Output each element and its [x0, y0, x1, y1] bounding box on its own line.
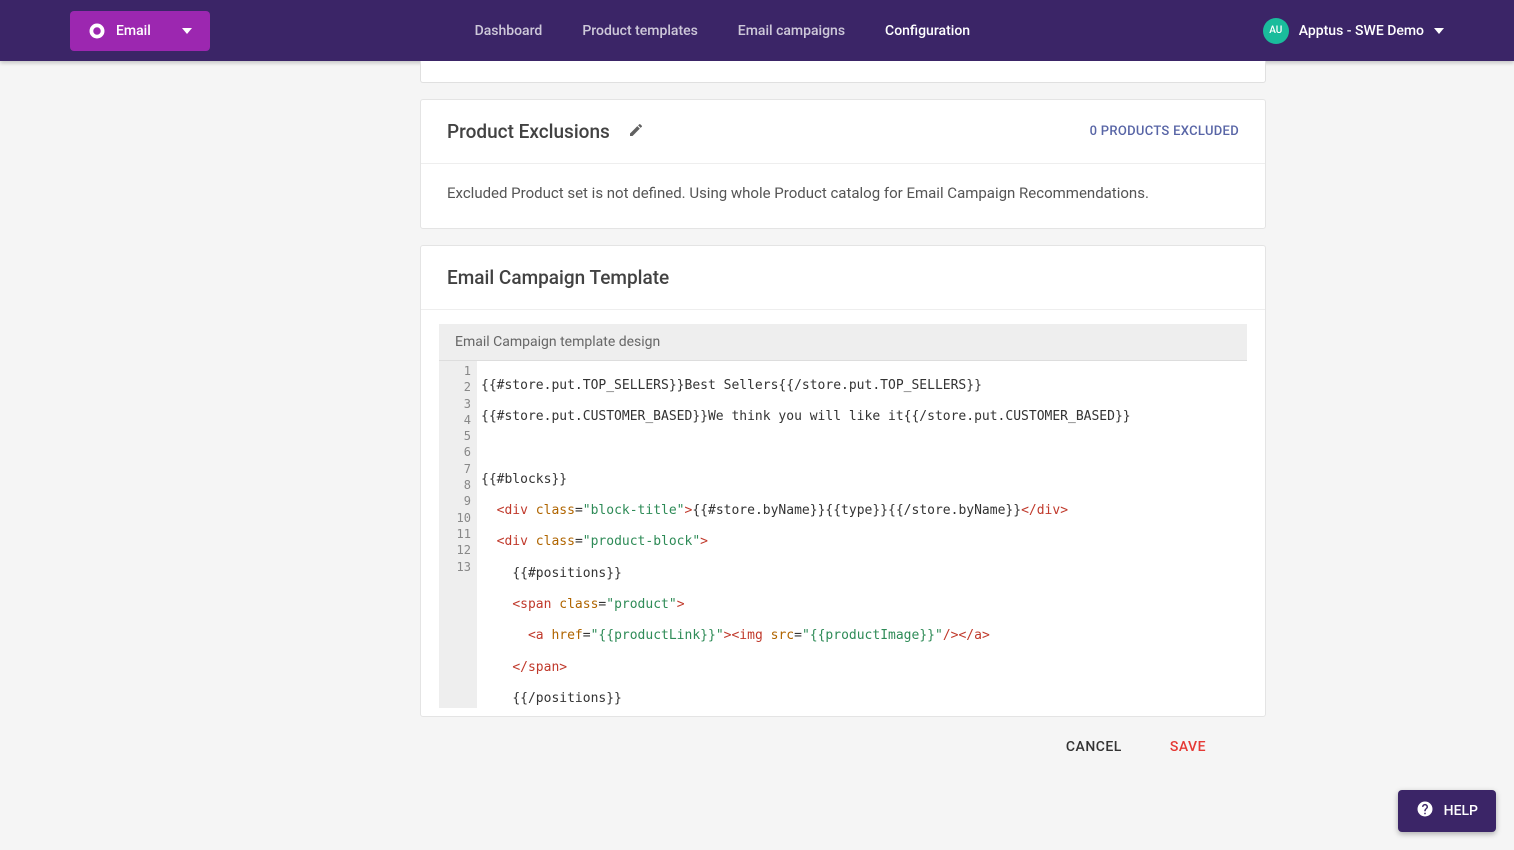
code-text: href — [544, 628, 583, 643]
excluded-count-label: 0 PRODUCTS EXCLUDED — [1090, 124, 1239, 139]
help-icon — [1416, 800, 1434, 822]
code-text: <div — [497, 534, 528, 549]
line-number: 3 — [439, 396, 471, 412]
code-text: = — [575, 503, 583, 518]
line-number: 2 — [439, 379, 471, 395]
footer-actions: CANCEL SAVE — [420, 717, 1266, 755]
code-text: {{#store.byName}}{{type}}{{/store.byName… — [692, 503, 1021, 518]
editor-label: Email Campaign template design — [439, 324, 1247, 360]
chevron-down-icon — [182, 21, 192, 40]
code-text: {{#positions}} — [512, 566, 622, 581]
product-exclusions-header: Product Exclusions 0 PRODUCTS EXCLUDED — [421, 100, 1265, 164]
help-label: HELP — [1444, 803, 1478, 819]
product-exclusions-body: Excluded Product set is not defined. Usi… — [421, 164, 1265, 228]
code-text: = — [575, 534, 583, 549]
code-text: {{#store.put.TOP_SELLERS}}Best Sellers{{… — [481, 378, 982, 393]
line-number: 4 — [439, 412, 471, 428]
app-switcher-dropdown[interactable]: Email — [70, 11, 210, 51]
code-text: /></a> — [943, 628, 990, 643]
app-logo-icon — [88, 22, 106, 40]
code-text: </span> — [512, 660, 567, 675]
nav-product-templates[interactable]: Product templates — [582, 2, 697, 60]
code-text: class — [528, 534, 575, 549]
editor-wrap: Email Campaign template design 1 2 3 4 5… — [421, 310, 1265, 716]
avatar: AU — [1263, 18, 1289, 44]
line-number: 9 — [439, 493, 471, 509]
nav-email-campaigns[interactable]: Email campaigns — [738, 2, 845, 60]
line-number: 8 — [439, 477, 471, 493]
line-number: 11 — [439, 526, 471, 542]
email-template-header: Email Campaign Template — [421, 246, 1265, 310]
line-number: 6 — [439, 444, 471, 460]
line-number: 7 — [439, 461, 471, 477]
user-name-label: Apptus - SWE Demo — [1299, 23, 1424, 39]
code-text: "product" — [606, 597, 676, 612]
code-text: {{/positions}} — [512, 691, 622, 706]
code-text: > — [677, 597, 685, 612]
main-nav: Dashboard Product templates Email campai… — [475, 2, 970, 60]
code-text: <a — [528, 628, 544, 643]
code-text: class — [528, 503, 575, 518]
code-text: > — [700, 534, 708, 549]
save-button[interactable]: SAVE — [1170, 739, 1206, 755]
product-exclusions-card: Product Exclusions 0 PRODUCTS EXCLUDED E… — [420, 99, 1266, 229]
code-text: "{{productLink}}" — [591, 628, 724, 643]
code-text: "block-title" — [583, 503, 685, 518]
code-text: "{{productImage}}" — [802, 628, 943, 643]
line-number: 12 — [439, 542, 471, 558]
edit-icon[interactable] — [628, 122, 644, 142]
code-text: class — [551, 597, 598, 612]
nav-configuration[interactable]: Configuration — [885, 2, 970, 60]
previous-card-bottom — [420, 61, 1266, 83]
user-menu[interactable]: AU Apptus - SWE Demo — [1263, 18, 1444, 44]
chevron-down-icon — [1434, 21, 1444, 40]
app-header: Email Dashboard Product templates Email … — [0, 0, 1514, 61]
line-number: 10 — [439, 510, 471, 526]
email-template-title: Email Campaign Template — [447, 266, 669, 289]
cancel-button[interactable]: CANCEL — [1066, 739, 1122, 755]
code-text: src — [763, 628, 794, 643]
main-content: Product Exclusions 0 PRODUCTS EXCLUDED E… — [0, 61, 1514, 755]
code-text: <span — [512, 597, 551, 612]
editor-gutter: 1 2 3 4 5 6 7 8 9 10 11 12 13 — [439, 361, 477, 708]
app-switcher-label: Email — [116, 23, 182, 39]
line-number: 1 — [439, 363, 471, 379]
product-exclusions-title: Product Exclusions — [447, 120, 610, 143]
code-text: {{#blocks}} — [481, 472, 567, 487]
code-lines[interactable]: {{#store.put.TOP_SELLERS}}Best Sellers{{… — [477, 361, 1247, 708]
help-button[interactable]: HELP — [1398, 790, 1496, 832]
code-editor[interactable]: 1 2 3 4 5 6 7 8 9 10 11 12 13 {{#s — [439, 360, 1247, 708]
code-text: = — [794, 628, 802, 643]
line-number: 5 — [439, 428, 471, 444]
code-text: </div> — [1021, 503, 1068, 518]
email-template-card: Email Campaign Template Email Campaign t… — [420, 245, 1266, 717]
code-text: <div — [497, 503, 528, 518]
line-number: 13 — [439, 559, 471, 575]
code-text: "product-block" — [583, 534, 700, 549]
code-text: ><img — [724, 628, 763, 643]
code-text: = — [583, 628, 591, 643]
nav-dashboard[interactable]: Dashboard — [475, 2, 543, 60]
code-text: {{#store.put.CUSTOMER_BASED}}We think yo… — [481, 409, 1131, 424]
